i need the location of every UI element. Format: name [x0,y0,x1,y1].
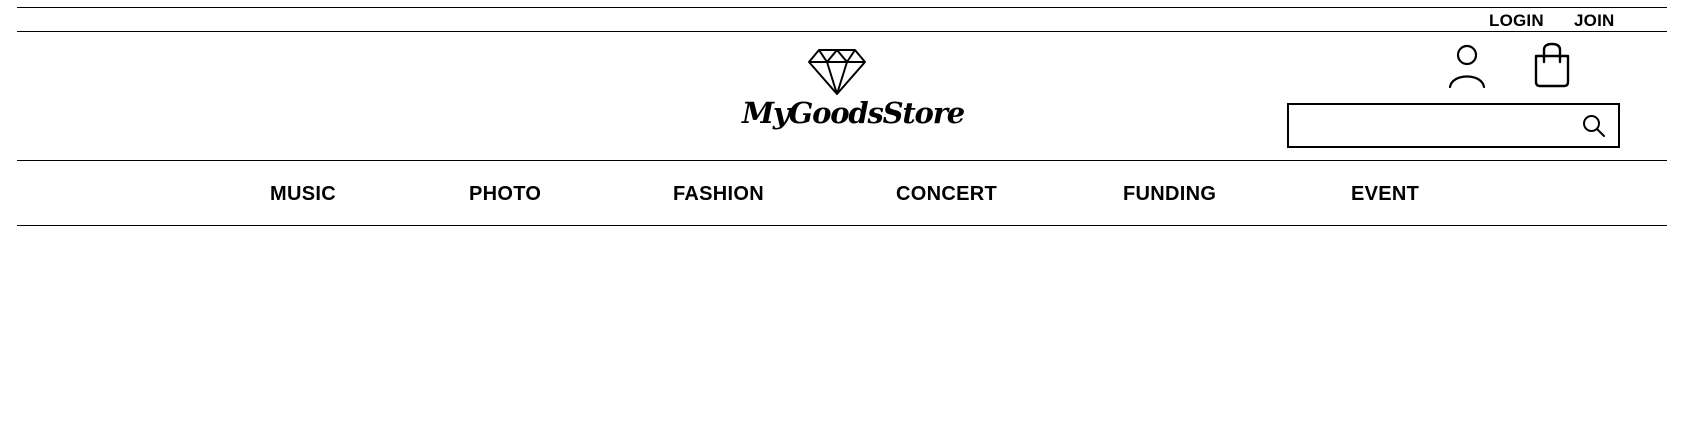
nav-item-music[interactable]: MUSIC [270,183,336,206]
join-link[interactable]: JOIN [1574,11,1614,31]
nav-item-concert[interactable]: CONCERT [896,183,997,206]
diamond-icon [808,49,866,95]
nav-item-event[interactable]: EVENT [1351,183,1419,206]
site-logo[interactable]: MyGoodsStore [738,48,965,144]
top-divider [17,7,1667,8]
utility-divider [17,31,1667,32]
header-divider [17,160,1667,161]
logo-text: MyGoodsStore [742,96,965,130]
nav-item-funding[interactable]: FUNDING [1123,183,1216,206]
account-button[interactable] [1447,43,1487,89]
search-box [1287,103,1620,148]
search-input[interactable] [1295,109,1579,144]
shopping-bag-icon [1534,42,1570,88]
nav-item-photo[interactable]: PHOTO [469,183,541,206]
cart-button[interactable] [1531,42,1573,88]
user-icon [1448,44,1486,89]
nav-item-fashion[interactable]: FASHION [673,183,764,206]
page: LOGIN JOIN MyGoodsStore MUSIC PHOTO FASH… [0,0,1700,422]
login-link[interactable]: LOGIN [1489,11,1544,31]
search-icon[interactable] [1581,113,1607,139]
nav-divider [17,225,1667,226]
